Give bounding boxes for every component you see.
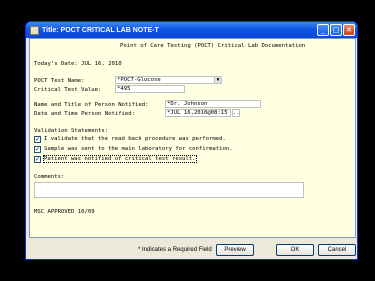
maximize-button[interactable]: □: [330, 24, 342, 36]
todays-date: Today's Date: JUL 16, 2010: [34, 61, 122, 67]
required-note: * Indicates a Required Field: [138, 247, 212, 253]
validation-text-1: I validate that the read back procedure …: [44, 136, 226, 142]
datetime-label: Date and Time Person Notified:: [34, 111, 136, 117]
critical-value-input[interactable]: *495: [115, 85, 185, 93]
chevron-down-icon[interactable]: ▼: [214, 77, 221, 83]
poct-test-dropdown[interactable]: *POCT-Glucose ▼: [115, 76, 222, 84]
poct-test-label: POCT Test Name:: [34, 78, 85, 84]
datetime-input[interactable]: *JUL 16,2010@08:15: [165, 109, 231, 117]
status-bar: * Indicates a Required Field Preview OK …: [26, 240, 357, 259]
ok-button[interactable]: OK: [276, 244, 314, 256]
validation-text-2: Sample was sent to the main laboratory f…: [44, 146, 233, 152]
close-button[interactable]: ✕: [343, 24, 355, 36]
notified-input[interactable]: *Dr. Johnson: [165, 100, 261, 108]
comments-textarea[interactable]: [34, 182, 304, 198]
dialog-window: Title: POCT CRITICAL LAB NOTE-T _ □ ✕ Po…: [25, 21, 358, 260]
comments-label: Comments:: [34, 174, 65, 180]
notified-label: Name and Title of Person Notified:: [34, 102, 149, 108]
title-bar[interactable]: Title: POCT CRITICAL LAB NOTE-T _ □ ✕: [26, 22, 357, 38]
validation-checkbox-1[interactable]: ✓: [34, 136, 41, 143]
note-icon: [30, 25, 39, 35]
validation-text-3: Patient was notified of critical test re…: [43, 155, 197, 163]
critical-value-label: Critical Test Value:: [34, 87, 102, 93]
validation-label: Validation Statements:: [34, 128, 109, 134]
validation-checkbox-3[interactable]: ✓: [34, 156, 41, 163]
window-title: Title: POCT CRITICAL LAB NOTE-T: [42, 26, 159, 34]
footer-note: MSC APPROVED 10/09: [34, 209, 95, 215]
datetime-picker-button[interactable]: ...: [232, 109, 240, 117]
form-heading: Point of Care Testing (POCT) Critical La…: [120, 43, 306, 49]
form-area: Point of Care Testing (POCT) Critical La…: [29, 38, 356, 238]
poct-test-value: *POCT-Glucose: [117, 77, 161, 83]
cancel-button[interactable]: Cancel: [318, 244, 356, 256]
preview-button[interactable]: Preview: [216, 244, 254, 256]
minimize-button[interactable]: _: [317, 24, 329, 36]
validation-checkbox-2[interactable]: ✓: [34, 146, 41, 153]
